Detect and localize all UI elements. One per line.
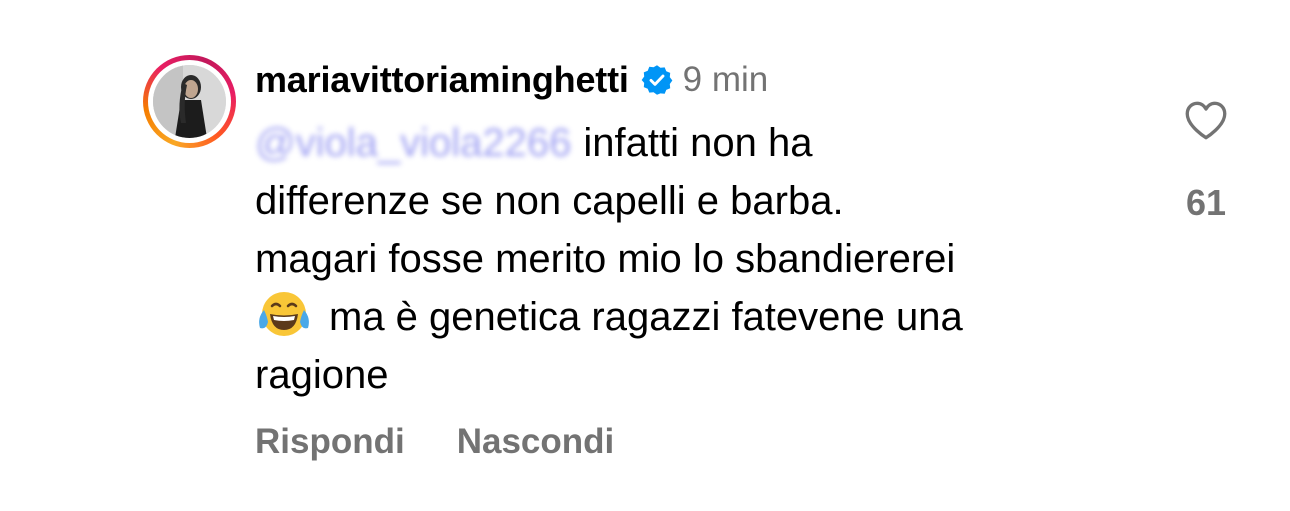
comment-text-segment: ma è genetica ragazzi fatevene una [329, 295, 963, 339]
heart-icon[interactable] [1181, 96, 1231, 146]
mention-link[interactable]: @viola_viola2266 [255, 121, 571, 165]
comment-line-2: differenze se non capelli e barba. [255, 179, 844, 223]
hide-button[interactable]: Nascondi [457, 422, 615, 462]
avatar[interactable] [143, 55, 236, 148]
comment-line-5: ragione [255, 353, 389, 397]
comment-timestamp: 9 min [682, 60, 769, 99]
reply-button[interactable]: Rispondi [255, 422, 405, 462]
comment-text-segment: infatti non ha [583, 121, 813, 165]
comment-header: mariavittoriaminghetti 9 min [255, 56, 768, 104]
avatar-photo [153, 65, 226, 138]
comment-line-1: @viola_viola2266 infatti non ha [255, 114, 1155, 172]
comment-line-3: magari fosse merito mio lo sbandiererei [255, 237, 956, 281]
like-count: 61 [1185, 182, 1227, 223]
comment-line-4: ma è genetica ragazzi fatevene una [255, 288, 1155, 346]
face-with-tears-of-joy-icon [255, 288, 313, 340]
comment-actions: Rispondi Nascondi [255, 422, 614, 462]
like-column: 61 [1170, 96, 1242, 224]
avatar-ring-gap [148, 60, 231, 143]
comment-text: @viola_viola2266 infatti non ha differenz… [255, 114, 1155, 404]
username-link[interactable]: mariavittoriaminghetti [255, 59, 629, 101]
avatar-image [153, 65, 226, 138]
verified-badge-icon [641, 64, 673, 96]
